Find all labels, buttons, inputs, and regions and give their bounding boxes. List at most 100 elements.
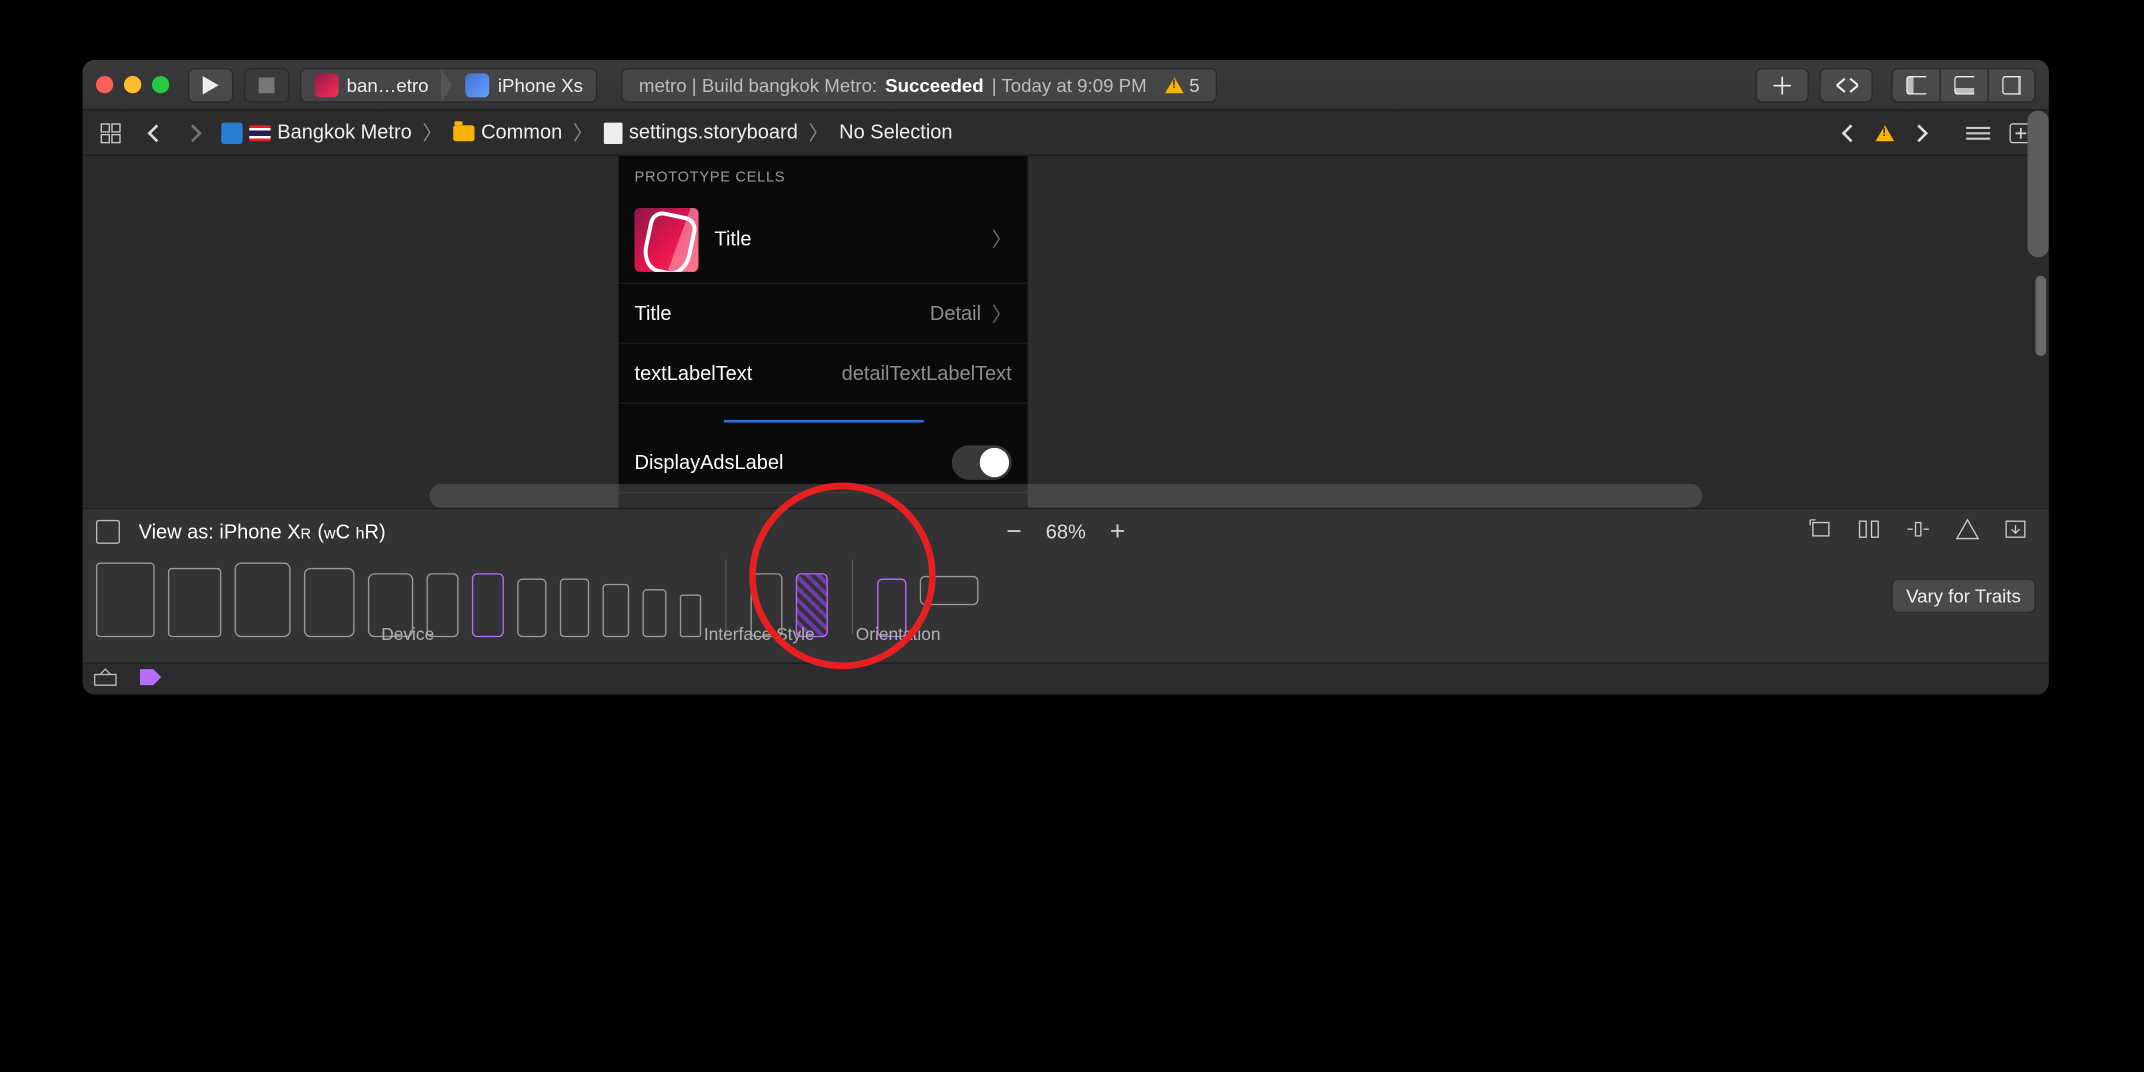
minimize-window-button[interactable] [124, 76, 141, 93]
path-file[interactable]: settings.storyboard [604, 121, 798, 144]
embed-in-button[interactable] [1809, 519, 1833, 546]
chevron-right-icon: 〉 [806, 119, 831, 147]
table-row [619, 404, 1028, 433]
path-project-label: Bangkok Metro [277, 121, 411, 144]
run-button[interactable] [188, 67, 233, 102]
flag-icon [249, 125, 270, 141]
related-items-button[interactable] [93, 118, 128, 147]
code-review-button[interactable] [1820, 67, 1873, 102]
debug-bar [83, 663, 2049, 695]
jump-bar: Bangkok Metro 〉 Common 〉 settings.storyb… [83, 111, 2049, 156]
device-ipad-10-5[interactable] [235, 563, 291, 638]
chevron-right-icon [442, 67, 453, 102]
trait-bar: View as: iPhone XR (wC hR) − 68% + [83, 508, 2049, 663]
resolve-issues-button[interactable] [1956, 519, 1980, 546]
prototype-table: PROTOTYPE CELLS Title 〉 Title Detail 〉 t… [619, 156, 1028, 508]
status-result: Succeeded [885, 74, 984, 95]
stop-button[interactable] [244, 67, 289, 102]
back-button[interactable] [136, 118, 171, 147]
scheme-target-label: ban…etro [347, 74, 429, 95]
device-group-label: Device [381, 624, 434, 644]
bottom-panel-icon [1954, 75, 1974, 94]
issues-back-button[interactable] [1830, 118, 1865, 147]
device-iphone-se[interactable] [643, 589, 667, 637]
update-frames-button[interactable] [2003, 519, 2027, 546]
chevron-right-icon: 〉 [420, 119, 445, 147]
table-row[interactable]: textLabelText detailTextLabelText [619, 344, 1028, 404]
device-iphone-4s[interactable] [680, 595, 701, 638]
left-panel-icon [1906, 75, 1926, 94]
toggle-navigator-button[interactable] [1892, 67, 1940, 102]
device-iphone-8-plus[interactable] [560, 579, 589, 638]
scheme-selector[interactable]: ban…etro iPhone Xs [300, 67, 598, 102]
window-scrollbar[interactable] [2027, 111, 2048, 258]
show-debug-button[interactable] [93, 665, 117, 693]
path-folder[interactable]: Common [453, 121, 562, 144]
device-iphone-8[interactable] [603, 584, 630, 637]
horizontal-scrollbar[interactable] [429, 484, 1702, 508]
forward-button[interactable] [179, 118, 214, 147]
toggle-inspector-button[interactable] [1988, 67, 2036, 102]
cell-title-label: textLabelText [635, 362, 842, 385]
titlebar: ban…etro iPhone Xs metro | Build bangkok… [83, 60, 2049, 111]
device-ipad-9-7[interactable] [304, 568, 355, 637]
close-window-button[interactable] [96, 76, 113, 93]
cell-title-label: Title [635, 302, 930, 325]
right-panel-icon [2002, 75, 2021, 94]
view-as-label[interactable]: View as: iPhone XR (wC hR) [139, 521, 386, 544]
device-iphone-xs[interactable] [517, 579, 546, 638]
play-icon [203, 75, 219, 94]
selected-divider [723, 420, 923, 423]
zoom-window-button[interactable] [152, 76, 169, 93]
scheme-device-label: iPhone Xs [498, 74, 583, 95]
vary-for-traits-button[interactable]: Vary for Traits [1891, 579, 2035, 614]
prototype-cells-header: PROTOTYPE CELLS [619, 156, 1028, 196]
activity-status[interactable]: metro | Build bangkok Metro: Succeeded |… [622, 67, 1217, 102]
table-row[interactable]: Title Detail 〉 [619, 284, 1028, 344]
cell-detail-label: Detail [930, 302, 981, 325]
stop-icon [259, 77, 275, 93]
cell-detail-label: detailTextLabelText [842, 362, 1012, 385]
pin-constraints-button[interactable] [1905, 519, 1932, 546]
warning-icon[interactable] [1876, 125, 1895, 141]
window-controls [96, 76, 169, 93]
cell-title-label: Title [714, 228, 981, 251]
path-folder-label: Common [481, 121, 562, 144]
zoom-in-button[interactable]: + [1110, 517, 1126, 548]
storyboard-icon [604, 122, 623, 143]
disclosure-icon: 〉 [992, 299, 1012, 327]
toggle-switch[interactable] [952, 445, 1012, 480]
folder-icon [453, 125, 474, 141]
vertical-scrollbar[interactable] [2035, 276, 2046, 356]
issues-forward-button[interactable] [1905, 118, 1940, 147]
app-scheme-icon [315, 73, 339, 97]
cell-title-label: DisplayAdsLabel [635, 451, 952, 474]
device-iphone-xr[interactable] [472, 573, 504, 637]
table-row[interactable]: Title 〉 [619, 196, 1028, 284]
orientation-group-label: Orientation [856, 624, 941, 644]
divider [852, 560, 853, 635]
warning-count: 5 [1189, 74, 1199, 95]
path-selection[interactable]: No Selection [839, 121, 952, 144]
app-icon [635, 207, 699, 271]
disclosure-icon: 〉 [992, 225, 1012, 253]
orientation-landscape[interactable] [920, 576, 979, 605]
toggle-device-bar-button[interactable] [96, 520, 120, 544]
adjust-editor-button[interactable] [1961, 118, 1996, 147]
toggle-debug-area-button[interactable] [1940, 67, 1988, 102]
zoom-level[interactable]: 68% [1046, 521, 1086, 544]
xcode-window: ban…etro iPhone Xs metro | Build bangkok… [83, 60, 2049, 695]
path-file-label: settings.storyboard [629, 121, 798, 144]
path-project[interactable]: Bangkok Metro [221, 121, 411, 144]
device-ipad-pro-12[interactable] [96, 563, 155, 638]
interface-style-group-label: Interface Style [704, 624, 815, 644]
tag-icon[interactable] [139, 665, 163, 693]
device-ipad-pro-11[interactable] [168, 568, 221, 637]
chevron-right-icon: 〉 [570, 119, 595, 147]
zoom-out-button[interactable]: − [1006, 517, 1022, 548]
warning-icon [1165, 77, 1184, 93]
status-prefix: metro | Build bangkok Metro: [639, 74, 877, 95]
library-button[interactable]: ＋ [1756, 67, 1809, 102]
align-button[interactable] [1857, 519, 1881, 546]
storyboard-canvas[interactable]: PROTOTYPE CELLS Title 〉 Title Detail 〉 t… [83, 156, 2049, 508]
